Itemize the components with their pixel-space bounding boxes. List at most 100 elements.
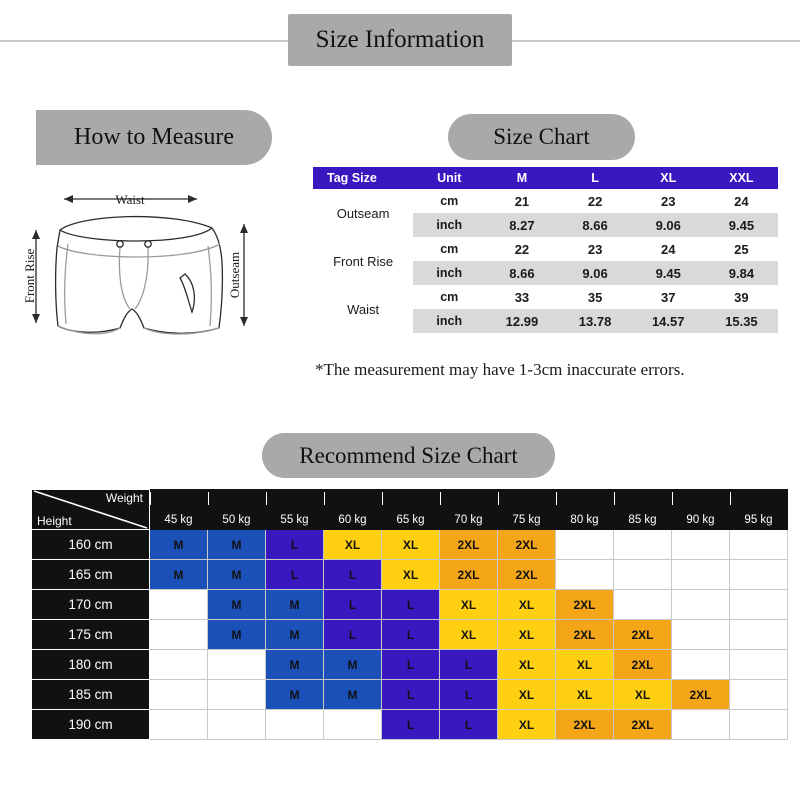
- recommend-grid-weight-header: 60 kg: [323, 489, 382, 530]
- size-chart-value: 9.06: [631, 213, 705, 237]
- recommend-grid-cell: M: [149, 529, 208, 560]
- size-chart-row-label: Front Rise: [313, 237, 414, 285]
- recommend-grid-cell: [149, 649, 208, 680]
- table-row: 185 cm M M L L XL XL XL 2XL: [31, 679, 788, 710]
- size-chart-value: 24: [704, 189, 778, 213]
- size-chart-value: 21: [485, 189, 559, 213]
- recommend-grid-cell: L: [381, 679, 440, 710]
- recommend-grid-cell: XL: [555, 649, 614, 680]
- recommend-grid-cell: XL: [323, 529, 382, 560]
- recommend-grid-cell: [729, 709, 788, 740]
- recommend-grid-cell: L: [439, 709, 498, 740]
- recommend-grid-cell: [671, 709, 730, 740]
- corner-height-label: Height: [37, 514, 72, 528]
- size-chart-header-l: L: [558, 167, 632, 189]
- recommend-grid-header-row: Weight Height 45 kg 50 kg 55 kg 60 kg 65 kg 70 …: [31, 489, 788, 530]
- waist-label: Waist: [115, 192, 145, 207]
- recommend-grid-cell: M: [265, 649, 324, 680]
- recommend-grid-cell: 2XL: [439, 529, 498, 560]
- size-chart-value: 33: [485, 285, 559, 309]
- recommend-grid-cell: 2XL: [671, 679, 730, 710]
- recommend-grid-height-header: 190 cm: [31, 709, 150, 740]
- recommend-grid-cell: 2XL: [555, 619, 614, 650]
- recommend-grid-cell: 2XL: [497, 529, 556, 560]
- corner-weight-label: Weight: [105, 491, 143, 505]
- recommend-grid-height-header: 170 cm: [31, 589, 150, 620]
- outseam-label: Outseam: [227, 252, 242, 298]
- recommend-grid-weight-header: 55 kg: [265, 489, 324, 530]
- recommend-grid-cell: [671, 529, 730, 560]
- title-rule-right: [510, 40, 800, 42]
- recommend-grid-cell: XL: [497, 709, 556, 740]
- recommend-grid-cell: M: [323, 679, 382, 710]
- recommend-grid-cell: [729, 679, 788, 710]
- recommend-grid-cell: M: [323, 649, 382, 680]
- recommend-grid-cell: [149, 619, 208, 650]
- size-chart-row-label: Waist: [313, 285, 414, 333]
- size-chart-value: 12.99: [485, 309, 559, 333]
- recommend-grid-cell: XL: [497, 679, 556, 710]
- size-chart-value: 14.57: [631, 309, 705, 333]
- size-chart-header-tag-size: Tag Size: [313, 167, 414, 189]
- recommend-grid-cell: XL: [439, 589, 498, 620]
- recommend-grid-corner: Weight Height: [31, 489, 150, 530]
- size-chart-value: 24: [631, 237, 705, 261]
- recommend-grid-cell: L: [323, 589, 382, 620]
- recommend-grid-weight-header: 90 kg: [671, 489, 730, 530]
- recommend-grid-cell: M: [265, 619, 324, 650]
- table-row: Front Rise cm 22 23 24 25: [313, 237, 778, 285]
- recommend-grid-cell: L: [381, 649, 440, 680]
- recommend-grid-weight-header: 70 kg: [439, 489, 498, 530]
- table-row: 165 cm M M L L XL 2XL 2XL: [31, 559, 788, 590]
- recommend-grid-cell: [207, 709, 266, 740]
- recommend-grid-cell: [671, 589, 730, 620]
- size-chart-header-xl: XL: [631, 167, 705, 189]
- table-row: 180 cm M M L L XL XL 2XL: [31, 649, 788, 680]
- recommend-grid-cell: [149, 709, 208, 740]
- size-chart-table: Tag Size Unit M L XL XXL Outseam cm 21 2…: [313, 167, 778, 333]
- recommend-grid-cell: XL: [439, 619, 498, 650]
- recommend-grid-cell: 2XL: [555, 709, 614, 740]
- recommend-size-chart-banner: Recommend Size Chart: [262, 433, 555, 478]
- table-row: Waist cm 33 35 37 39: [313, 285, 778, 333]
- size-chart-value: 22: [558, 189, 632, 213]
- recommend-grid-height-header: 180 cm: [31, 649, 150, 680]
- recommend-grid-cell: [207, 679, 266, 710]
- recommend-grid-cell: [323, 709, 382, 740]
- recommend-grid-cell: [729, 529, 788, 560]
- front-rise-label: Front Rise: [22, 249, 37, 304]
- size-chart-unit: cm: [413, 285, 486, 309]
- recommend-grid-cell: 2XL: [439, 559, 498, 590]
- recommend-grid-cell: L: [381, 619, 440, 650]
- measurement-disclaimer: *The measurement may have 1-3cm inaccura…: [315, 360, 685, 379]
- recommend-grid-weight-header: 85 kg: [613, 489, 672, 530]
- recommend-grid-cell: L: [265, 559, 324, 590]
- recommend-grid-cell: XL: [613, 679, 672, 710]
- recommend-grid-cell: XL: [497, 589, 556, 620]
- size-chart-header-xxl: XXL: [704, 167, 778, 189]
- table-row: 160 cm M M L XL XL 2XL 2XL: [31, 529, 788, 560]
- table-row: Outseam cm 21 22 23 24: [313, 189, 778, 237]
- size-chart-value: 15.35: [704, 309, 778, 333]
- how-to-measure-banner: How to Measure: [36, 110, 272, 165]
- size-chart-unit: inch: [413, 213, 486, 237]
- recommend-grid-cell: [729, 649, 788, 680]
- size-chart-unit: inch: [413, 261, 486, 285]
- recommend-grid-cell: 2XL: [555, 589, 614, 620]
- recommend-grid-cell: 2XL: [613, 619, 672, 650]
- recommend-grid-cell: M: [265, 679, 324, 710]
- recommend-grid-cell: L: [381, 589, 440, 620]
- table-row: 175 cm M M L L XL XL 2XL 2XL: [31, 619, 788, 650]
- recommend-grid-cell: 2XL: [613, 709, 672, 740]
- size-chart-value: 25: [704, 237, 778, 261]
- recommend-grid-cell: [149, 589, 208, 620]
- recommend-grid-cell: M: [207, 529, 266, 560]
- size-chart-value: 13.78: [558, 309, 632, 333]
- page-title: Size Information: [288, 14, 512, 66]
- recommend-grid-weight-header: 50 kg: [207, 489, 266, 530]
- size-chart-value: 23: [558, 237, 632, 261]
- recommend-grid-height-header: 175 cm: [31, 619, 150, 650]
- size-chart-header-unit: Unit: [413, 167, 486, 189]
- recommend-grid-cell: [149, 679, 208, 710]
- recommend-grid-cell: [671, 559, 730, 590]
